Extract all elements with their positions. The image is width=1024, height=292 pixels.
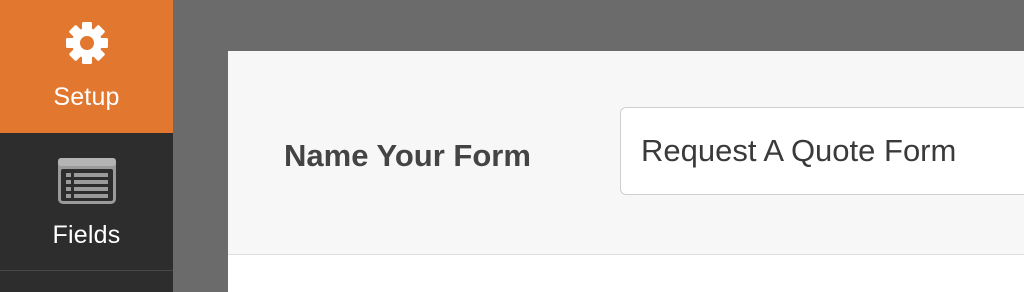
gear-icon [65,22,108,64]
sidebar-item-fields-label: Fields [52,221,121,249]
form-name-input[interactable] [620,107,1024,195]
sidebar-item-setup-label: Setup [53,83,120,111]
sidebar-item-setup[interactable]: Setup [0,0,173,133]
sidebar-item-fields[interactable]: Fields [0,133,173,271]
builder-sidebar: Setup Fields [0,0,173,292]
setup-panel: Name Your Form [228,51,1024,292]
form-name-label: Name Your Form [284,138,531,173]
form-name-section: Name Your Form [228,51,1024,255]
sidebar-item-next[interactable] [0,271,173,292]
fields-list-icon [57,158,116,204]
